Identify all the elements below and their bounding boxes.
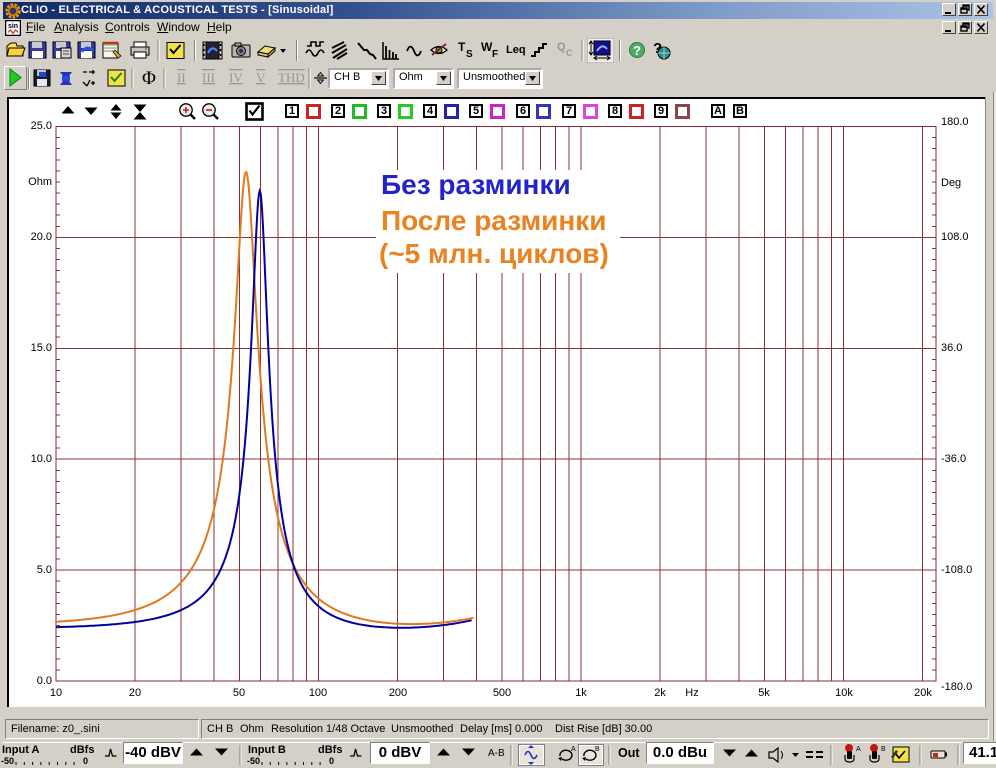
svg-text:Input B: Input B — [248, 744, 286, 756]
svg-text:-50: -50 — [1, 756, 14, 766]
svg-text:A: A — [856, 746, 861, 753]
svg-text:0: 0 — [83, 756, 88, 766]
svg-text:A-B: A-B — [488, 748, 505, 759]
svg-text:Out: Out — [618, 746, 640, 760]
svg-text:dBfs: dBfs — [70, 744, 94, 756]
svg-text:0: 0 — [329, 756, 334, 766]
svg-text:Input A: Input A — [2, 744, 40, 756]
svg-text:B: B — [881, 746, 886, 753]
svg-text:B: B — [595, 746, 600, 753]
svg-text:A: A — [571, 746, 576, 753]
svg-text:-50: -50 — [247, 756, 260, 766]
svg-text:dBfs: dBfs — [318, 744, 342, 756]
